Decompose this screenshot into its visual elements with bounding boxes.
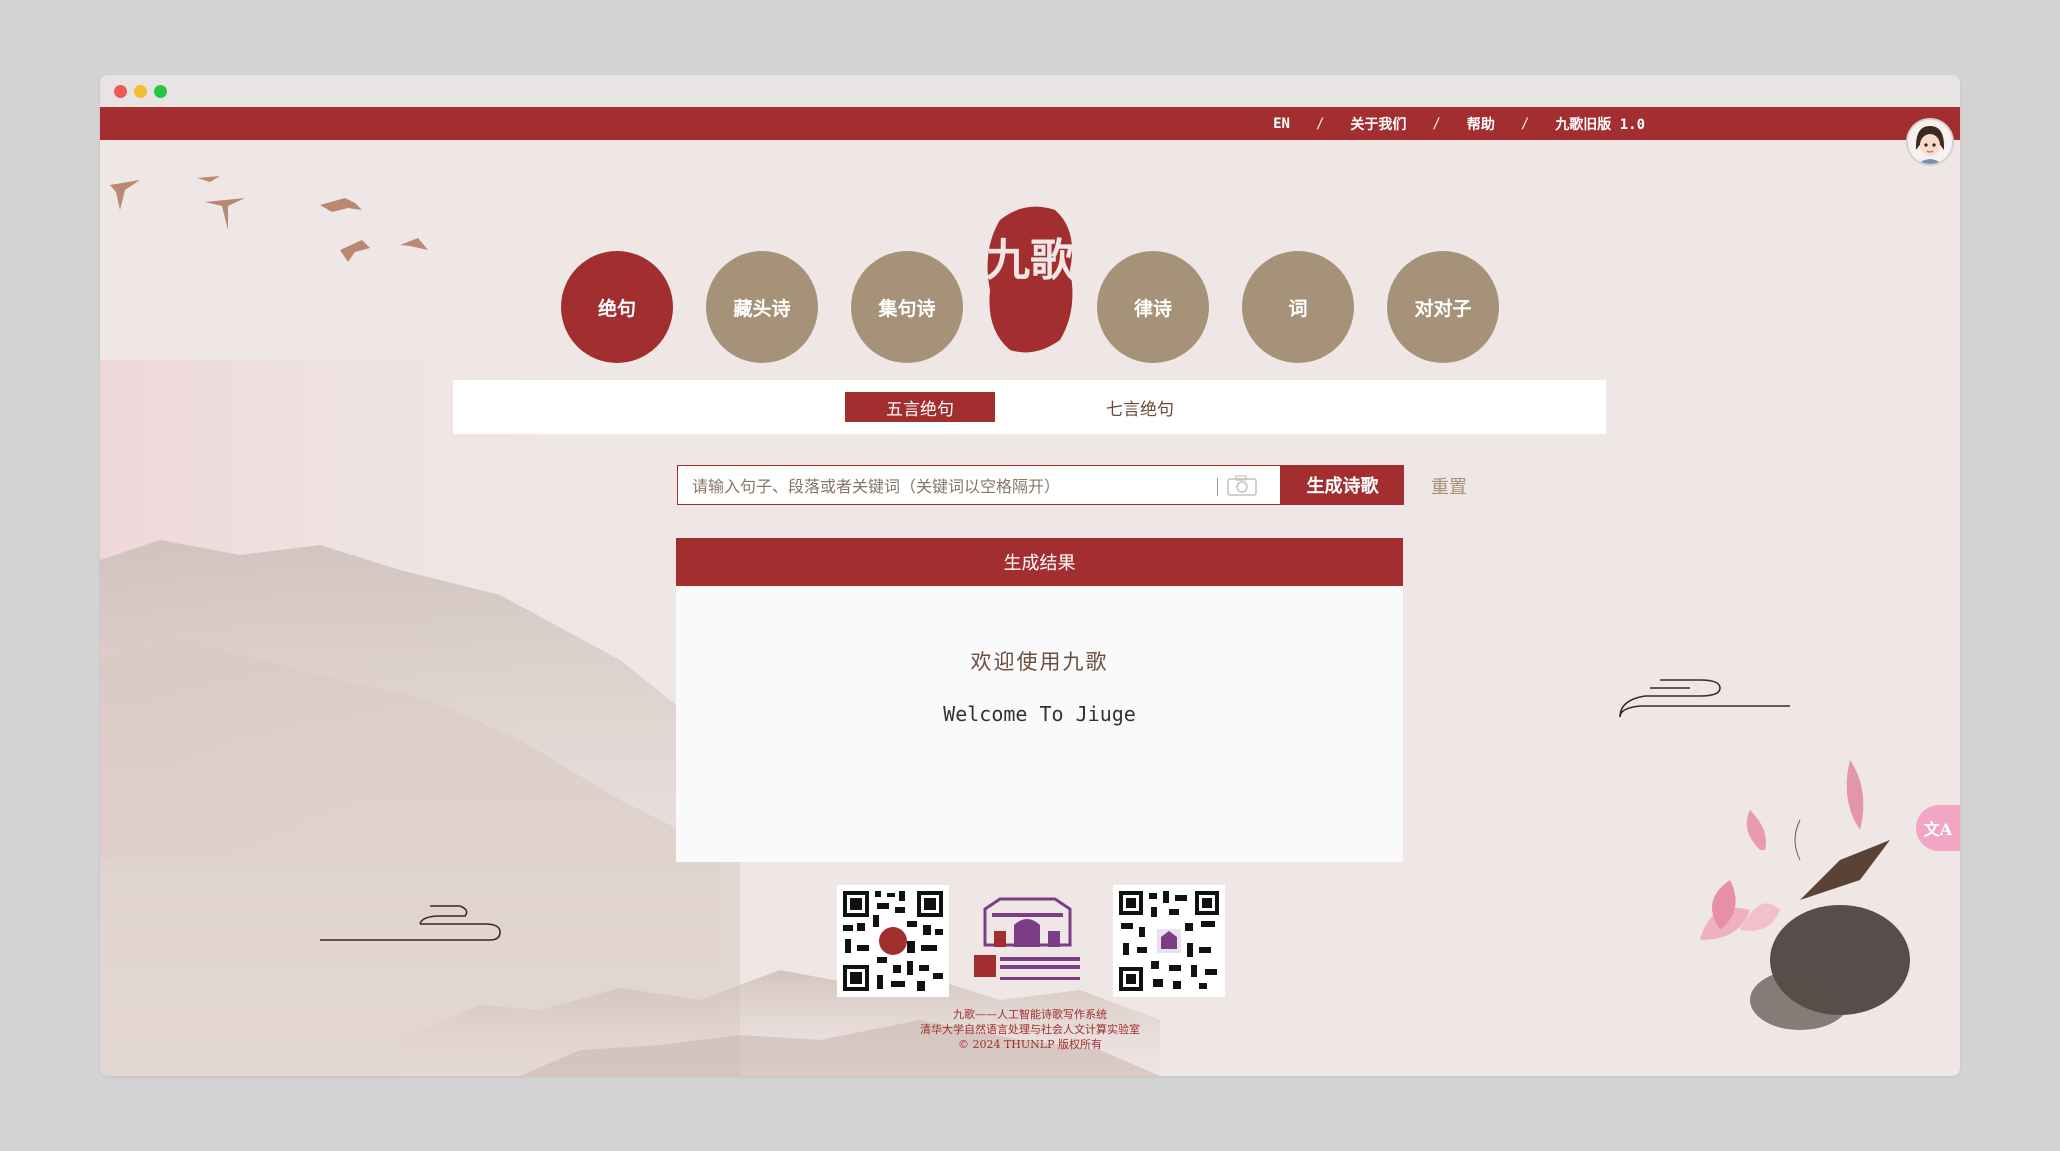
generate-poem-button[interactable]: 生成诗歌: [1281, 465, 1404, 505]
generate-label: 生成诗歌: [1306, 476, 1379, 497]
translate-icon: 文A: [1923, 820, 1953, 839]
mode-label: 对对子: [1414, 297, 1472, 320]
footer-line-1: 九歌——人工智能诗歌写作系统: [953, 1008, 1107, 1021]
nav-old-version[interactable]: 九歌旧版 1.0: [1555, 114, 1645, 134]
jiuge-logo: 九歌 JIUGE POET: [980, 200, 1080, 360]
result-title: 生成结果: [1003, 553, 1076, 574]
window-chrome: [100, 75, 1960, 107]
mode-lvshi[interactable]: 律诗: [1097, 251, 1209, 363]
translate-button[interactable]: 文A: [1916, 805, 1960, 851]
result-panel: 欢迎使用九歌 Welcome To Jiuge: [676, 586, 1403, 862]
nav-separator: /: [1432, 115, 1441, 132]
mode-jijushi[interactable]: 集句诗: [851, 251, 963, 363]
top-nav-bar: EN / 关于我们 / 帮助 / 九歌旧版 1.0: [100, 107, 1960, 140]
browser-window: EN / 关于我们 / 帮助 / 九歌旧版 1.0 绝句 藏头诗 集句诗 九歌 …: [100, 75, 1960, 1076]
camera-icon[interactable]: [1226, 475, 1258, 497]
nav-separator: /: [1520, 115, 1530, 132]
qr-code-icon: [1117, 889, 1221, 993]
mode-duiduizi[interactable]: 对对子: [1387, 251, 1499, 363]
mode-label: 律诗: [1133, 297, 1172, 320]
mode-label: 绝句: [597, 297, 636, 320]
mode-label: 集句诗: [878, 297, 936, 320]
footer-line-3: © 2024 THUNLP 版权所有: [957, 1038, 1102, 1051]
subtab-bar: 五言绝句 七言绝句: [453, 380, 1606, 434]
mode-ci[interactable]: 词: [1242, 251, 1354, 363]
tsinghua-lab-logo-icon: [974, 897, 1080, 980]
tab-wuyan-jueju[interactable]: 五言绝句: [845, 392, 995, 422]
nav-language-en[interactable]: EN: [1273, 116, 1290, 132]
qr-code-icon: [841, 889, 945, 993]
reset-button[interactable]: 重置: [1431, 473, 1467, 499]
welcome-english: Welcome To Jiuge: [943, 702, 1136, 726]
keyword-input[interactable]: [690, 466, 1214, 506]
jiuge-seal-icon: 九歌 JIUGE POET: [986, 206, 1075, 353]
main-content: 绝句 藏头诗 集句诗 九歌 JIUGE POET 律诗 词 对对子 五言绝句 七…: [100, 140, 1960, 1076]
footer: 九歌——人工智能诗歌写作系统 清华大学自然语言处理与社会人文计算实验室 © 20…: [700, 1007, 1360, 1052]
thunlp-lab-logo: [970, 885, 1085, 997]
close-window-button[interactable]: [114, 85, 127, 98]
tab-qiyan-jueju[interactable]: 七言绝句: [1065, 392, 1215, 422]
tab-label: 七言绝句: [1106, 399, 1174, 420]
mode-label: 词: [1288, 297, 1308, 320]
mode-label: 藏头诗: [733, 297, 791, 320]
qr-code-wechat: [837, 885, 949, 997]
cloud-swirl-icon: [1619, 679, 1790, 718]
result-header: 生成结果: [676, 538, 1403, 586]
mode-jueju[interactable]: 绝句: [561, 251, 673, 363]
mode-cangtoushi[interactable]: 藏头诗: [706, 251, 818, 363]
search-box: [677, 465, 1281, 506]
birds-icon: [110, 176, 428, 262]
minimize-window-button[interactable]: [134, 85, 147, 98]
maximize-window-button[interactable]: [154, 85, 167, 98]
top-nav: EN / 关于我们 / 帮助 / 九歌旧版 1.0: [1273, 107, 1645, 140]
logo-subtitle: JIUGE POET: [1030, 309, 1037, 344]
qr-code-miniprogram: [1113, 885, 1225, 997]
nav-help[interactable]: 帮助: [1467, 114, 1495, 134]
logo-text: 九歌: [986, 235, 1075, 286]
nav-about[interactable]: 关于我们: [1350, 114, 1406, 134]
lotus-icon: [1700, 760, 1910, 1030]
nav-separator: /: [1315, 115, 1325, 132]
input-divider: [1217, 478, 1218, 496]
footer-line-2: 清华大学自然语言处理与社会人文计算实验室: [920, 1023, 1140, 1036]
tab-label: 五言绝句: [886, 399, 954, 420]
welcome-chinese: 欢迎使用九歌: [970, 650, 1109, 674]
